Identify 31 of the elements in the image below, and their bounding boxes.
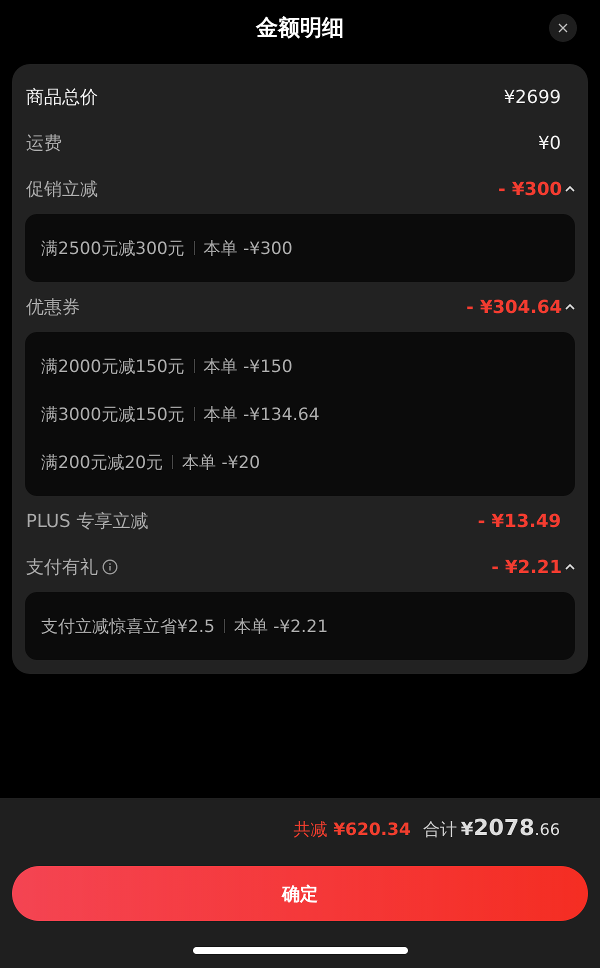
discount-amount: 本单 -¥300 (204, 238, 293, 260)
sheet-title: 金额明细 (256, 15, 344, 43)
discount-rule: 支付立减惊喜立省¥2.5 (41, 616, 215, 638)
discount-amount: 本单 -¥2.21 (234, 616, 328, 638)
total-amount: ¥2078.66 (460, 816, 560, 841)
discount-amount: 本单 -¥150 (204, 356, 293, 378)
close-button[interactable] (549, 14, 577, 42)
row-label: 优惠券 (26, 296, 80, 319)
discount-amount: 本单 -¥134.64 (204, 404, 320, 426)
discount-rule: 满3000元减150元 (41, 404, 185, 426)
row-amount: ¥2699 (504, 86, 561, 108)
discount-rule: 满2500元减300元 (41, 238, 185, 260)
confirm-button[interactable]: 确定 (12, 866, 588, 921)
row-label: 运费 (26, 132, 62, 155)
row-amount: - ¥13.49 (478, 510, 561, 532)
info-icon[interactable] (102, 559, 118, 575)
discount-amount: 本单 -¥20 (182, 452, 260, 474)
discount-rule: 满200元减20元 (41, 452, 164, 474)
discount-rule: 满2000元减150元 (41, 356, 185, 378)
total-label: 合计 (422, 819, 457, 841)
row-label: 支付有礼 (26, 556, 98, 579)
savings-amount: ¥620.34 (333, 820, 411, 840)
row-label: 商品总价 (26, 86, 98, 109)
row-label: 促销立减 (26, 178, 98, 201)
close-icon (558, 23, 568, 33)
row-amount: - ¥304.64 (466, 296, 562, 318)
savings-label: 共减 (293, 819, 328, 841)
row-amount: ¥0 (538, 132, 561, 154)
row-amount: - ¥300 (498, 178, 562, 200)
row-label: PLUS 专享立减 (26, 510, 148, 533)
row-amount: - ¥2.21 (491, 556, 562, 578)
